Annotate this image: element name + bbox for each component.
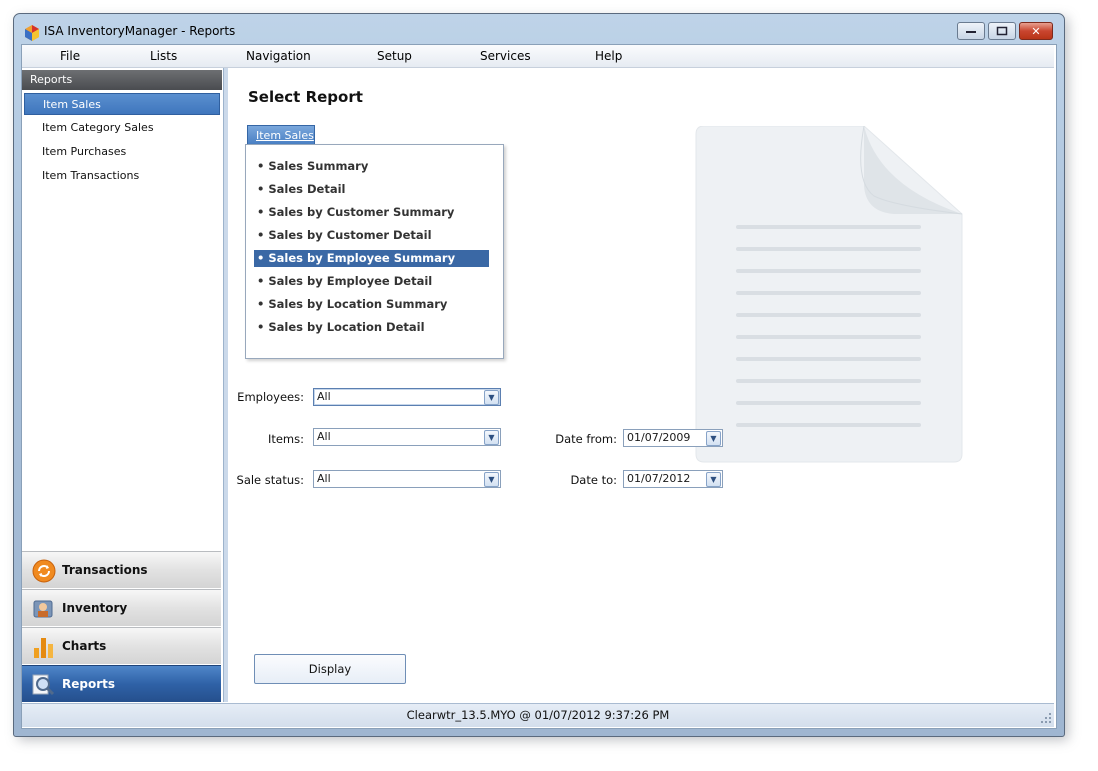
sale-status-value: All — [317, 472, 331, 485]
menu-navigation[interactable]: Navigation — [246, 49, 311, 63]
resize-grip-icon[interactable] — [1040, 712, 1052, 724]
minimize-button[interactable] — [957, 22, 985, 40]
date-to-label: Date to: — [570, 473, 617, 487]
sidebar-header: Reports — [22, 70, 222, 90]
sidebar-item-item-category-sales[interactable]: Item Category Sales — [24, 117, 220, 139]
document-icon — [695, 126, 963, 463]
section-button-charts[interactable]: Charts — [22, 627, 221, 664]
items-value: All — [317, 430, 331, 443]
menu-services[interactable]: Services — [480, 49, 531, 63]
sale-status-label: Sale status: — [236, 473, 304, 487]
report-item-sales-by-employee-summary[interactable]: • Sales by Employee Summary — [254, 250, 489, 267]
status-text: Clearwtr_13.5.MYO @ 01/07/2012 9:37:26 P… — [406, 708, 670, 722]
menu-help[interactable]: Help — [595, 49, 622, 63]
magnifier-icon — [32, 674, 55, 696]
items-dropdown-icon[interactable]: ▼ — [484, 430, 499, 445]
date-from-dropdown-icon[interactable]: ▼ — [706, 431, 721, 446]
menu-setup[interactable]: Setup — [377, 49, 412, 63]
items-combo[interactable]: All — [313, 428, 501, 446]
window-title: ISA InventoryManager - Reports — [44, 24, 236, 38]
sale-status-dropdown-icon[interactable]: ▼ — [484, 472, 499, 487]
report-item-sales-detail[interactable]: • Sales Detail — [254, 181, 489, 198]
sidebar-splitter[interactable] — [223, 68, 228, 702]
tab-item-sales[interactable]: Item Sales — [247, 125, 315, 144]
sidebar-item-item-transactions[interactable]: Item Transactions — [24, 165, 220, 187]
maximize-button[interactable] — [988, 22, 1016, 40]
report-item-sales-by-customer-summary[interactable]: • Sales by Customer Summary — [254, 204, 489, 221]
menu-lists[interactable]: Lists — [150, 49, 177, 63]
display-button[interactable]: Display — [254, 654, 406, 684]
employees-dropdown-icon[interactable]: ▼ — [484, 390, 499, 405]
section-label-reports: Reports — [62, 677, 116, 691]
section-button-inventory[interactable]: Inventory — [22, 589, 221, 626]
section-label-charts: Charts — [62, 639, 107, 653]
report-item-sales-by-location-summary[interactable]: • Sales by Location Summary — [254, 296, 489, 313]
inventory-icon — [33, 600, 53, 618]
maximize-icon — [996, 26, 1008, 36]
section-button-reports[interactable]: Reports — [22, 665, 221, 702]
report-item-sales-by-location-detail[interactable]: • Sales by Location Detail — [254, 319, 489, 336]
section-button-transactions[interactable]: Transactions — [22, 551, 221, 588]
date-from-label: Date from: — [555, 432, 617, 446]
report-item-sales-by-employee-detail[interactable]: • Sales by Employee Detail — [254, 273, 489, 290]
employees-value: All — [317, 390, 331, 403]
section-label-transactions: Transactions — [62, 563, 148, 577]
menu-file[interactable]: File — [60, 49, 80, 63]
sale-status-combo[interactable]: All — [313, 470, 501, 488]
minimize-icon — [966, 31, 976, 33]
employees-label: Employees: — [237, 390, 304, 404]
date-to-value: 01/07/2012 — [627, 472, 691, 485]
sidebar-item-item-sales[interactable]: Item Sales — [24, 93, 220, 115]
sidebar-item-item-purchases[interactable]: Item Purchases — [24, 141, 220, 163]
bar-chart-icon — [34, 638, 53, 658]
items-label: Items: — [267, 432, 304, 446]
report-item-sales-summary[interactable]: • Sales Summary — [254, 158, 489, 175]
app-logo-icon — [25, 25, 39, 41]
date-from-value: 01/07/2009 — [627, 431, 691, 444]
report-item-sales-by-customer-detail[interactable]: • Sales by Customer Detail — [254, 227, 489, 244]
section-label-inventory: Inventory — [62, 601, 128, 615]
refresh-icon — [32, 559, 56, 583]
employees-combo[interactable]: All — [313, 388, 501, 406]
close-button[interactable]: ✕ — [1019, 22, 1053, 40]
date-to-dropdown-icon[interactable]: ▼ — [706, 472, 721, 487]
close-icon: ✕ — [1031, 24, 1041, 38]
page-title: Select Report — [248, 88, 363, 106]
